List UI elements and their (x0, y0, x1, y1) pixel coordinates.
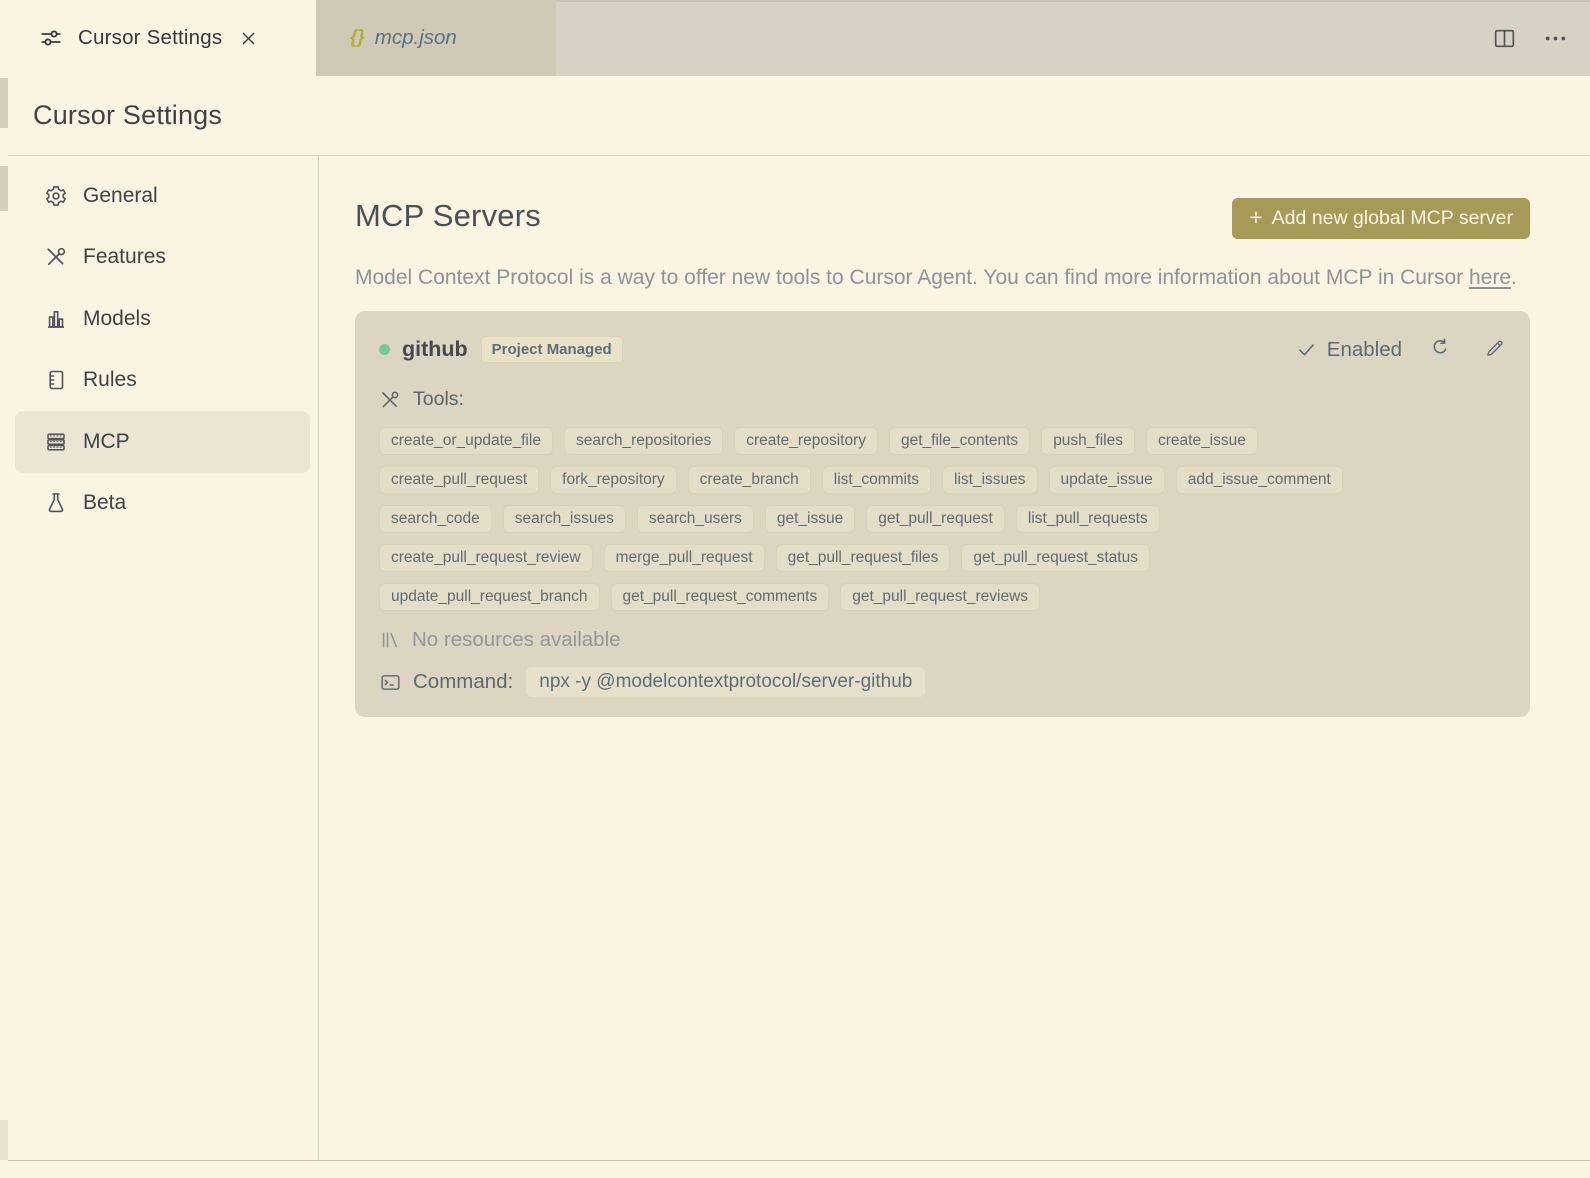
command-value: npx -y @modelcontextprotocol/server-gith… (526, 667, 926, 697)
tool-chip: search_code (379, 505, 492, 533)
tools-label: Tools: (413, 388, 464, 410)
gutter-segment (0, 166, 8, 211)
tool-chip: update_pull_request_branch (379, 583, 600, 611)
server-status-dot (379, 344, 390, 355)
sidebar-item-label: Features (83, 245, 166, 269)
check-icon (1296, 339, 1317, 360)
add-button-label: Add new global MCP server (1271, 207, 1513, 229)
tools-icon (379, 389, 401, 411)
tool-chip: create_issue (1145, 427, 1258, 455)
tool-chip: create_pull_request (379, 466, 540, 494)
settings-sidebar: General Features Models Rules MCP Beta (8, 156, 318, 1160)
sidebar-item-general[interactable]: General (15, 165, 310, 227)
tool-chip-row: create_pull_request_review merge_pull_req… (379, 544, 1506, 572)
sidebar-divider (318, 156, 319, 1160)
tool-chip: get_pull_request_reviews (840, 583, 1041, 611)
server-name: github (402, 337, 468, 361)
gutter-segment (0, 78, 8, 128)
window-left-gutter (0, 0, 8, 1178)
terminal-icon (379, 671, 402, 694)
tool-chip-row: create_or_update_file search_repositories… (379, 427, 1506, 455)
tool-chip: get_file_contents (888, 427, 1031, 455)
sidebar-item-label: Rules (83, 368, 137, 392)
enabled-label: Enabled (1326, 337, 1402, 361)
tool-chip: search_users (636, 505, 754, 533)
sidebar-item-mcp[interactable]: MCP (15, 411, 310, 473)
tools-chips: create_or_update_file search_repositories… (379, 427, 1506, 611)
tab-label: Cursor Settings (78, 26, 223, 49)
server-stack-icon (43, 430, 68, 454)
section-description: Model Context Protocol is a way to offer… (355, 260, 1530, 295)
sidebar-item-models[interactable]: Models (15, 288, 310, 350)
tool-chip: create_branch (687, 466, 811, 494)
tool-chip: search_repositories (563, 427, 724, 455)
split-editor-icon[interactable] (1492, 26, 1517, 51)
tool-chip-row: update_pull_request_branch get_pull_reque… (379, 583, 1506, 611)
sidebar-item-beta[interactable]: Beta (15, 473, 310, 535)
tool-chip: get_pull_request (866, 505, 1005, 533)
add-global-mcp-server-button[interactable]: + Add new global MCP server (1232, 198, 1530, 239)
cursor-settings-window: { "tabbar": { "tabs": [ { "label": "Curs… (0, 0, 1590, 1178)
library-icon (379, 629, 401, 651)
here-link[interactable]: here (1469, 266, 1511, 289)
document-icon (43, 368, 68, 392)
editor-tab-bar: Cursor Settings {} mcp.json (8, 0, 1590, 76)
settings-header: Cursor Settings (8, 76, 1590, 155)
page-title: Cursor Settings (33, 100, 223, 130)
tool-chip: update_issue (1048, 466, 1165, 494)
tool-chip: merge_pull_request (603, 544, 765, 572)
gutter-segment (0, 1120, 8, 1160)
tool-chip: search_issues (502, 505, 626, 533)
tool-chip: get_pull_request_status (961, 544, 1150, 572)
edit-server-button[interactable] (1484, 337, 1506, 362)
bar-chart-icon (43, 307, 68, 331)
mcp-settings-panel: MCP Servers + Add new global MCP server … (355, 155, 1530, 717)
tool-chip: list_pull_requests (1015, 505, 1160, 533)
tab-label: mcp.json (374, 26, 457, 49)
plus-icon: + (1249, 204, 1263, 230)
tool-chip: list_issues (942, 466, 1038, 494)
tool-chip: push_files (1041, 427, 1135, 455)
tool-chip: add_issue_comment (1175, 466, 1343, 494)
sidebar-item-rules[interactable]: Rules (15, 350, 310, 412)
tool-chip: create_pull_request_review (379, 544, 593, 572)
flask-icon (43, 491, 68, 515)
sidebar-item-label: MCP (83, 429, 130, 453)
tool-chip-row: create_pull_request fork_repository create… (379, 466, 1506, 494)
sliders-icon (38, 25, 64, 51)
tool-chip: create_or_update_file (379, 427, 553, 455)
sidebar-item-features[interactable]: Features (15, 227, 310, 289)
tabbar-actions (1492, 0, 1568, 76)
tab-mcp-json[interactable]: {} mcp.json (316, 0, 556, 76)
more-actions-icon[interactable] (1543, 26, 1568, 51)
sidebar-item-label: Beta (83, 491, 127, 515)
gear-icon (43, 184, 68, 208)
close-icon[interactable] (239, 29, 258, 48)
project-managed-badge: Project Managed (480, 336, 623, 363)
sidebar-item-label: General (83, 183, 158, 207)
tool-chip: get_pull_request_comments (610, 583, 830, 611)
tool-chip: create_repository (734, 427, 878, 455)
enabled-toggle[interactable]: Enabled (1296, 338, 1402, 362)
tool-chip-row: search_code search_issues search_users get_… (379, 505, 1506, 533)
bottom-divider (0, 1160, 1590, 1161)
tab-cursor-settings[interactable]: Cursor Settings (8, 0, 316, 76)
resources-text: No resources available (412, 628, 621, 651)
description-suffix: . (1511, 266, 1517, 289)
section-title: MCP Servers (355, 198, 541, 233)
mcp-server-card: github Project Managed Enabled Tools: cr… (355, 311, 1530, 717)
refresh-icon (1429, 337, 1451, 359)
tool-chip: get_pull_request_files (775, 544, 951, 572)
pencil-icon (1484, 337, 1506, 359)
tools-icon (43, 245, 68, 269)
tool-chip: get_issue (764, 505, 856, 533)
refresh-server-button[interactable] (1429, 337, 1451, 362)
braces-icon: {} (350, 27, 365, 48)
sidebar-item-label: Models (83, 306, 151, 330)
command-label: Command: (413, 670, 514, 693)
tool-chip: fork_repository (550, 466, 677, 494)
tool-chip: list_commits (821, 466, 932, 494)
description-text: Model Context Protocol is a way to offer… (355, 266, 1469, 289)
